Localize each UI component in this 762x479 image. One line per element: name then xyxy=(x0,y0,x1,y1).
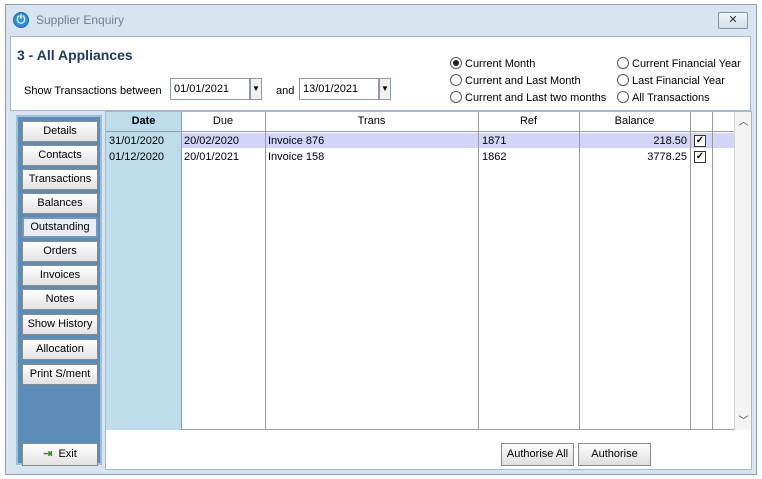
row-2-balance: 3778.25 xyxy=(647,151,687,163)
radio-icon xyxy=(617,57,629,69)
to-date-dropdown-button[interactable]: ▼ xyxy=(379,78,391,100)
header-panel: 3 - All Appliances Show Transactions bet… xyxy=(10,36,751,111)
column-divider xyxy=(712,112,713,430)
row-1-balance: 218.50 xyxy=(653,135,687,147)
row-1-checkbox[interactable]: ✓ xyxy=(694,135,706,147)
radio-icon xyxy=(617,74,629,86)
exit-icon: ⇥ xyxy=(43,448,53,460)
row-1-date: 31/01/2020 xyxy=(109,135,165,147)
page-title: 3 - All Appliances xyxy=(17,47,133,63)
radio-icon xyxy=(450,74,462,86)
power-icon: ⏻ xyxy=(13,12,29,28)
radio-last-financial-year[interactable]: Last Financial Year xyxy=(617,74,725,87)
column-divider xyxy=(478,112,479,430)
transactions-grid[interactable]: Date Due Trans Ref Balance 31/01/2020 20… xyxy=(106,112,734,430)
radio-selected-icon xyxy=(450,57,462,69)
radio-label: Current and Last Month xyxy=(465,75,581,87)
title-bar: ⏻ Supplier Enquiry ✕ xyxy=(6,5,756,35)
sidebar-item-invoices[interactable]: Invoices xyxy=(22,265,98,286)
radio-all-transactions[interactable]: All Transactions xyxy=(617,91,710,104)
checkmark-icon: ✓ xyxy=(695,135,705,146)
to-date-field[interactable]: 13/01/2021 xyxy=(299,78,379,100)
column-header-trans[interactable]: Trans xyxy=(265,115,478,127)
transactions-panel: Date Due Trans Ref Balance 31/01/2020 20… xyxy=(105,111,752,470)
row-2-ref: 1862 xyxy=(482,151,507,163)
sidebar-item-print-statement[interactable]: Print S/ment xyxy=(22,364,98,385)
supplier-enquiry-window: ⏻ Supplier Enquiry ✕ 3 - All Appliances … xyxy=(5,4,757,475)
column-divider xyxy=(181,112,182,430)
radio-label: Current and Last two months xyxy=(465,92,607,104)
exit-button[interactable]: ⇥ Exit xyxy=(22,443,98,466)
row-2-trans: Invoice 158 xyxy=(268,151,325,163)
column-divider xyxy=(265,112,266,430)
from-date-dropdown-button[interactable]: ▼ xyxy=(250,78,262,100)
chevron-down-icon: ▼ xyxy=(381,84,389,93)
sidebar-item-allocation[interactable]: Allocation xyxy=(22,339,98,360)
authorise-button[interactable]: Authorise xyxy=(578,443,651,466)
radio-label: Current Financial Year xyxy=(632,58,741,70)
chevron-down-icon: ▼ xyxy=(252,84,260,93)
sidebar-item-orders[interactable]: Orders xyxy=(22,241,98,262)
radio-label: All Transactions xyxy=(632,92,710,104)
column-header-due[interactable]: Due xyxy=(181,115,265,127)
sidebar-item-details[interactable]: Details xyxy=(22,121,98,142)
row-2-checkbox[interactable]: ✓ xyxy=(694,151,706,163)
column-divider xyxy=(690,112,691,430)
row-2-date: 01/12/2020 xyxy=(109,151,165,163)
show-transactions-label: Show Transactions between xyxy=(24,85,162,97)
sidebar-item-balances[interactable]: Balances xyxy=(22,193,98,214)
radio-current-month[interactable]: Current Month xyxy=(450,57,535,70)
row-1-due: 20/02/2020 xyxy=(184,135,240,147)
and-label: and xyxy=(276,85,295,97)
checkmark-icon: ✓ xyxy=(695,151,705,162)
vertical-scrollbar[interactable]: ︿ ﹀ xyxy=(734,112,751,430)
column-header-balance[interactable]: Balance xyxy=(579,115,690,127)
column-header-ref[interactable]: Ref xyxy=(478,115,579,127)
sidebar-item-outstanding[interactable]: Outstanding xyxy=(22,217,98,238)
sidebar: Details Contacts Transactions Balances O… xyxy=(16,115,102,466)
scroll-up-icon[interactable]: ︿ xyxy=(735,115,752,130)
authorise-all-button[interactable]: Authorise All xyxy=(501,443,574,466)
sidebar-item-show-history[interactable]: Show History xyxy=(22,314,98,335)
sidebar-item-transactions[interactable]: Transactions xyxy=(22,169,98,190)
radio-current-and-last-month[interactable]: Current and Last Month xyxy=(450,74,581,87)
from-date-field[interactable]: 01/01/2021 xyxy=(170,78,250,100)
radio-label: Current Month xyxy=(465,58,536,70)
scroll-down-icon[interactable]: ﹀ xyxy=(735,414,752,429)
radio-icon xyxy=(450,91,462,103)
sidebar-item-contacts[interactable]: Contacts xyxy=(22,145,98,166)
radio-label: Last Financial Year xyxy=(632,75,725,87)
row-1-ref: 1871 xyxy=(482,135,507,147)
row-1-trans: Invoice 876 xyxy=(268,135,325,147)
window-title: Supplier Enquiry xyxy=(36,13,125,27)
row-2-due: 20/01/2021 xyxy=(184,151,240,163)
radio-current-and-last-two-months[interactable]: Current and Last two months xyxy=(450,91,606,104)
close-button[interactable]: ✕ xyxy=(718,12,748,29)
radio-current-financial-year[interactable]: Current Financial Year xyxy=(617,57,741,70)
header-divider xyxy=(106,131,734,132)
sidebar-item-notes[interactable]: Notes xyxy=(22,289,98,310)
radio-icon xyxy=(617,91,629,103)
exit-label: Exit xyxy=(58,448,77,460)
column-header-date[interactable]: Date xyxy=(106,115,181,127)
